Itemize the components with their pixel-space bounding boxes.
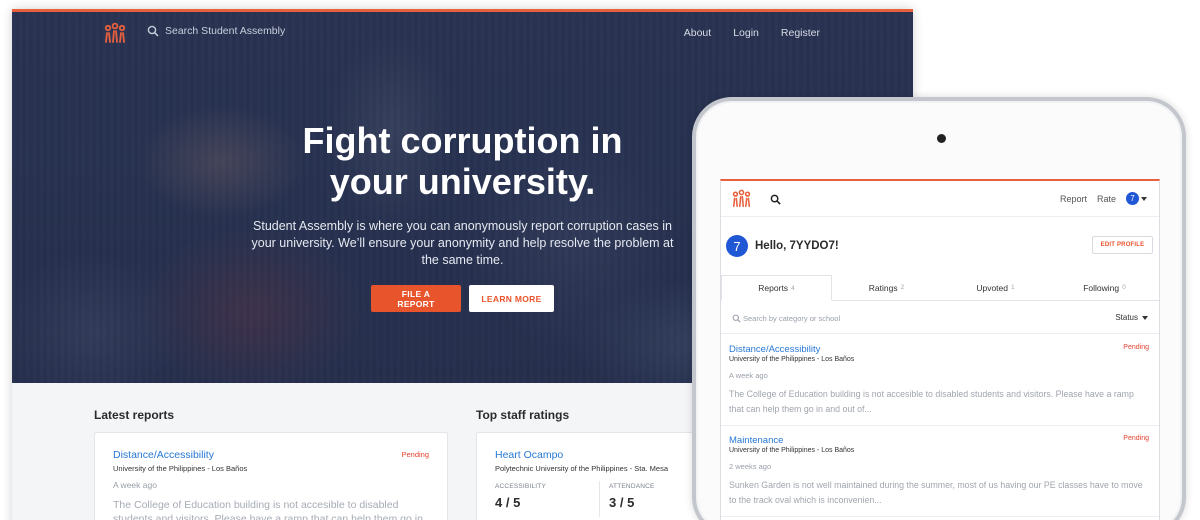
tab-label: Ratings [868,282,898,293]
report-time: A week ago [113,480,157,490]
file-report-button[interactable]: FILE A REPORT [371,285,461,312]
tab-following[interactable]: Following 0 [1050,275,1159,300]
metric-divider [599,481,600,517]
tab-reports[interactable]: Reports 4 [721,275,832,301]
hero-title: Fight corruption in your university. [253,120,673,202]
logo-icon[interactable] [731,189,752,208]
nav-link-register[interactable]: Register [781,27,820,39]
search-input[interactable]: Search by category or school [743,314,840,323]
status-badge: Pending [1123,435,1149,442]
edit-profile-button[interactable]: EDIT PROFILE [1092,236,1153,254]
profile-greeting: 7 Hello, 7YYDO7! [726,235,839,257]
metric-label-accessibility: ACCESSIBILITY [495,483,547,490]
tab-upvoted[interactable]: Upvoted 1 [941,275,1050,300]
report-school: University of the Philippines - Los Baño… [729,356,855,363]
hero-subtitle: Student Assembly is where you can anonym… [251,219,674,267]
report-school: University of the Philippines - Los Baño… [113,464,248,473]
report-time: 2 weeks ago [729,462,772,471]
chevron-down-icon [1142,315,1148,320]
search-bar[interactable]: Search Student Assembly [147,25,285,37]
status-badge: Pending [1123,344,1149,351]
marketing-composite: Search Student Assembly About Login Regi… [0,0,1200,520]
tab-count: 4 [791,284,795,292]
report-category-link[interactable]: Distance/Accessibility [729,344,820,355]
user-menu[interactable]: 7 [1126,192,1147,205]
tablet-top-nav: Report Rate 7 [721,181,1159,217]
hero-title-line-2: your university. [329,161,596,202]
tab-ratings[interactable]: Ratings 2 [832,275,941,300]
nav-link-about[interactable]: About [684,27,711,39]
tab-count: 2 [900,284,905,291]
metric-value-attendance: 3 / 5 [609,495,635,510]
report-description: Sunken Garden is not well maintained dur… [729,480,1143,505]
learn-more-button[interactable]: LEARN MORE [469,285,554,312]
status-dropdown-label: Status [1115,313,1138,322]
list-item[interactable]: Maintenance University of the Philippine… [721,426,1159,517]
nav-link-rate[interactable]: Rate [1097,194,1116,204]
nav-link-login[interactable]: Login [733,27,759,39]
avatar: 7 [1126,192,1139,205]
latest-reports-title: Latest reports [94,408,175,422]
avatar: 7 [726,235,748,257]
nav-link-report[interactable]: Report [1060,194,1087,204]
staff-school: Polytechnic University of the Philippine… [495,464,668,473]
status-badge: Pending [401,450,429,459]
status-dropdown[interactable]: Status [1115,313,1148,322]
logo-icon[interactable] [103,22,127,44]
top-staff-title: Top staff ratings [476,408,570,422]
staff-name-link[interactable]: Heart Ocampo [495,449,563,461]
tab-label: Following [1083,282,1120,293]
search-icon [147,25,159,37]
tab-count: 0 [1122,284,1126,291]
camera-icon [937,134,946,143]
report-description: The College of Education building is not… [113,499,423,520]
latest-report-card[interactable]: Distance/Accessibility University of the… [94,432,448,520]
search-icon [732,314,741,323]
tab-label: Reports [758,283,789,293]
tab-label: Upvoted [976,282,1009,293]
hero-title-line-1: Fight corruption in [302,120,623,161]
tab-count: 1 [1011,284,1015,291]
report-category-link[interactable]: Distance/Accessibility [113,449,214,461]
greeting-text: Hello, 7YYDO7! [755,240,839,252]
tablet-mockup: Report Rate 7 7 Hello, 7YYDO7! EDIT PROF… [692,97,1186,520]
search-icon[interactable] [770,194,781,205]
report-description: The College of Education building is not… [729,389,1134,414]
top-nav: Search Student Assembly About Login Regi… [12,12,913,54]
tablet-screen: Report Rate 7 7 Hello, 7YYDO7! EDIT PROF… [720,179,1160,520]
report-school: University of the Philippines - Los Baño… [729,447,855,454]
metric-value-accessibility: 4 / 5 [495,495,521,510]
profile-tabs: Reports 4 Ratings 2 Upvoted 1 Following … [721,275,1159,301]
list-item[interactable]: Distance/Accessibility University of the… [721,335,1159,426]
nav-links: About Login Register [684,27,820,39]
search-placeholder: Search Student Assembly [165,25,286,37]
chevron-down-icon [1141,196,1147,201]
filter-bar: Search by category or school Status [721,302,1159,334]
report-category-link[interactable]: Maintenance [729,435,783,446]
metric-label-attendance: ATTENDANCE [609,483,655,490]
report-time: A week ago [729,371,768,380]
tablet-nav-links: Report Rate 7 [1060,192,1147,205]
